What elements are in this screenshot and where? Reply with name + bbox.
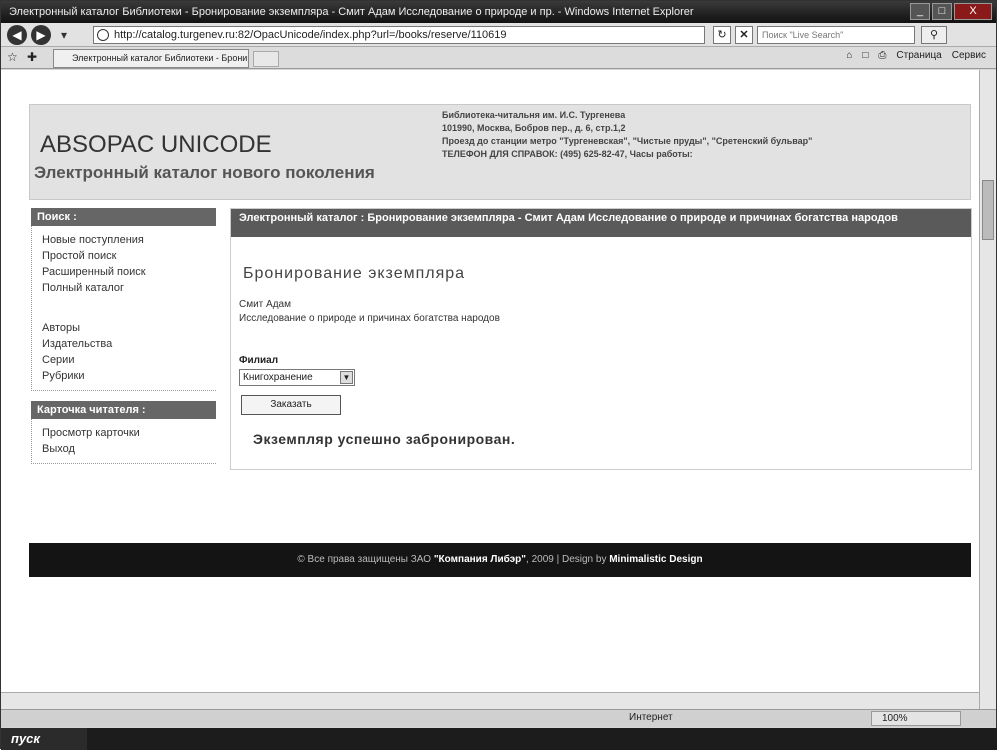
sidebar-search-header: Поиск : (31, 208, 216, 226)
home-icon[interactable]: ⌂ (846, 50, 852, 61)
sidebar-item-subjects[interactable]: Рубрики (42, 368, 216, 384)
book-author: Смит Адам (239, 299, 291, 310)
chevron-down-icon[interactable]: ▼ (340, 371, 353, 384)
taskbar-item[interactable] (479, 731, 629, 747)
refresh-icon[interactable]: ↻ (713, 26, 731, 44)
tab-label: Электронный каталог Библиотеки - Брониро… (72, 53, 248, 63)
sidebar-item-series[interactable]: Серии (42, 352, 216, 368)
library-phone: ТЕЛЕФОН ДЛЯ СПРАВОК: (495) 625-82-47, Ча… (442, 149, 693, 159)
library-info: Библиотека-читальня им. И.С. Тургенева 1… (442, 109, 812, 161)
vertical-scrollbar[interactable] (979, 70, 996, 710)
sidebar-reader-list: Просмотр карточки Выход (31, 419, 216, 464)
sidebar-item-view-card[interactable]: Просмотр карточки (42, 425, 216, 441)
site-header: ABSOPAC UNICODE Электронный каталог ново… (29, 104, 971, 200)
main-content: Электронный каталог : Бронирование экзем… (230, 208, 972, 470)
footer-company[interactable]: "Компания Либэр" (434, 554, 526, 565)
sidebar-item-publishers[interactable]: Издательства (42, 336, 216, 352)
address-url: http://catalog.turgenev.ru:82/OpacUnicod… (114, 29, 507, 41)
close-button[interactable]: X (954, 3, 992, 20)
taskbar-item[interactable] (101, 731, 221, 747)
footer-designer[interactable]: Minimalistic Design (609, 554, 702, 565)
branch-select[interactable]: Книгохранение ▼ (239, 369, 355, 386)
window-title: Электронный каталог Библиотеки - Брониро… (9, 6, 694, 18)
order-button[interactable]: Заказать (241, 395, 341, 415)
forward-icon[interactable]: ▶ (31, 25, 51, 45)
taskbar-item[interactable] (227, 731, 347, 747)
minimize-button[interactable]: _ (910, 3, 930, 20)
sidebar-item-full-catalog[interactable]: Полный каталог (42, 280, 216, 296)
sidebar-item-authors[interactable]: Авторы (42, 320, 216, 336)
print-icon[interactable]: ⎙ (878, 50, 886, 61)
address-toolbar: ◀ ▶ ▾ http://catalog.turgenev.ru:82/Opac… (1, 23, 996, 47)
add-favorite-icon[interactable]: ✚ (27, 50, 37, 64)
new-tab-button[interactable] (253, 51, 279, 67)
search-icon[interactable]: ⚲ (921, 26, 947, 44)
library-address: 101990, Москва, Бобров пер., д. 6, стр.1… (442, 123, 626, 133)
start-button[interactable]: пуск (1, 728, 87, 750)
site-footer: © Все права защищены ЗАО "Компания Либэр… (29, 543, 971, 577)
search-input[interactable]: Поиск "Live Search" (757, 26, 915, 44)
security-zone: Интернет (629, 712, 673, 723)
site-tagline: Электронный каталог нового поколения (34, 163, 375, 182)
scrollbar-thumb[interactable] (982, 180, 994, 240)
sidebar-item-logout[interactable]: Выход (42, 441, 216, 457)
sidebar-item-new-arrivals[interactable]: Новые поступления (42, 232, 216, 248)
breadcrumb[interactable]: Электронный каталог : Бронирование экзем… (231, 209, 971, 237)
book-title: Исследование о природе и причинах богатс… (239, 313, 500, 324)
feeds-icon[interactable]: □ (862, 50, 868, 61)
success-message: Экземпляр успешно забронирован. (253, 431, 516, 447)
page-viewport: ABSOPAC UNICODE Электронный каталог ново… (1, 70, 979, 710)
footer-middle: , 2009 | Design by (526, 554, 610, 565)
taskbar: пуск (1, 728, 997, 750)
status-bar: Интернет 100% (1, 709, 996, 727)
branch-label: Филиал (239, 355, 279, 366)
favorites-star-icon[interactable]: ☆ (7, 50, 18, 64)
sidebar-reader-header: Карточка читателя : (31, 401, 216, 419)
sidebar-search-list: Новые поступления Простой поиск Расширен… (31, 226, 216, 391)
command-bar: ⌂ □ ⎙ Страница Сервис (846, 50, 986, 61)
library-name: Библиотека-читальня им. И.С. Тургенева (442, 110, 626, 120)
sidebar-item-advanced-search[interactable]: Расширенный поиск (42, 264, 216, 280)
footer-prefix: © Все права защищены ЗАО (297, 554, 434, 565)
page-menu[interactable]: Страница (896, 50, 941, 61)
history-dropdown-icon[interactable]: ▾ (57, 25, 71, 45)
title-bar: Электронный каталог Библиотеки - Брониро… (1, 1, 996, 23)
horizontal-scrollbar[interactable] (1, 692, 979, 709)
page-title: Бронирование экземпляра (243, 265, 466, 282)
back-icon[interactable]: ◀ (7, 25, 27, 45)
tab-active[interactable]: Электронный каталог Библиотеки - Брониро… (53, 49, 249, 68)
stop-icon[interactable]: ✕ (735, 26, 753, 44)
sidebar: Поиск : Новые поступления Простой поиск … (31, 208, 216, 464)
library-directions: Проезд до станции метро "Тургеневская", … (442, 136, 813, 146)
address-field[interactable]: http://catalog.turgenev.ru:82/OpacUnicod… (93, 26, 705, 44)
tools-menu[interactable]: Сервис (952, 50, 986, 61)
site-logo[interactable]: ABSOPAC UNICODE (40, 131, 272, 159)
maximize-button[interactable]: □ (932, 3, 952, 20)
taskbar-item[interactable] (353, 731, 473, 747)
tab-bar: ☆ ✚ Электронный каталог Библиотеки - Бро… (1, 47, 996, 69)
branch-select-value: Книгохранение (243, 372, 313, 383)
sidebar-item-simple-search[interactable]: Простой поиск (42, 248, 216, 264)
browser-window: Электронный каталог Библиотеки - Брониро… (0, 0, 997, 750)
zoom-control[interactable]: 100% (871, 711, 961, 726)
window-controls: _ □ X (910, 3, 992, 20)
page-icon (97, 29, 109, 41)
